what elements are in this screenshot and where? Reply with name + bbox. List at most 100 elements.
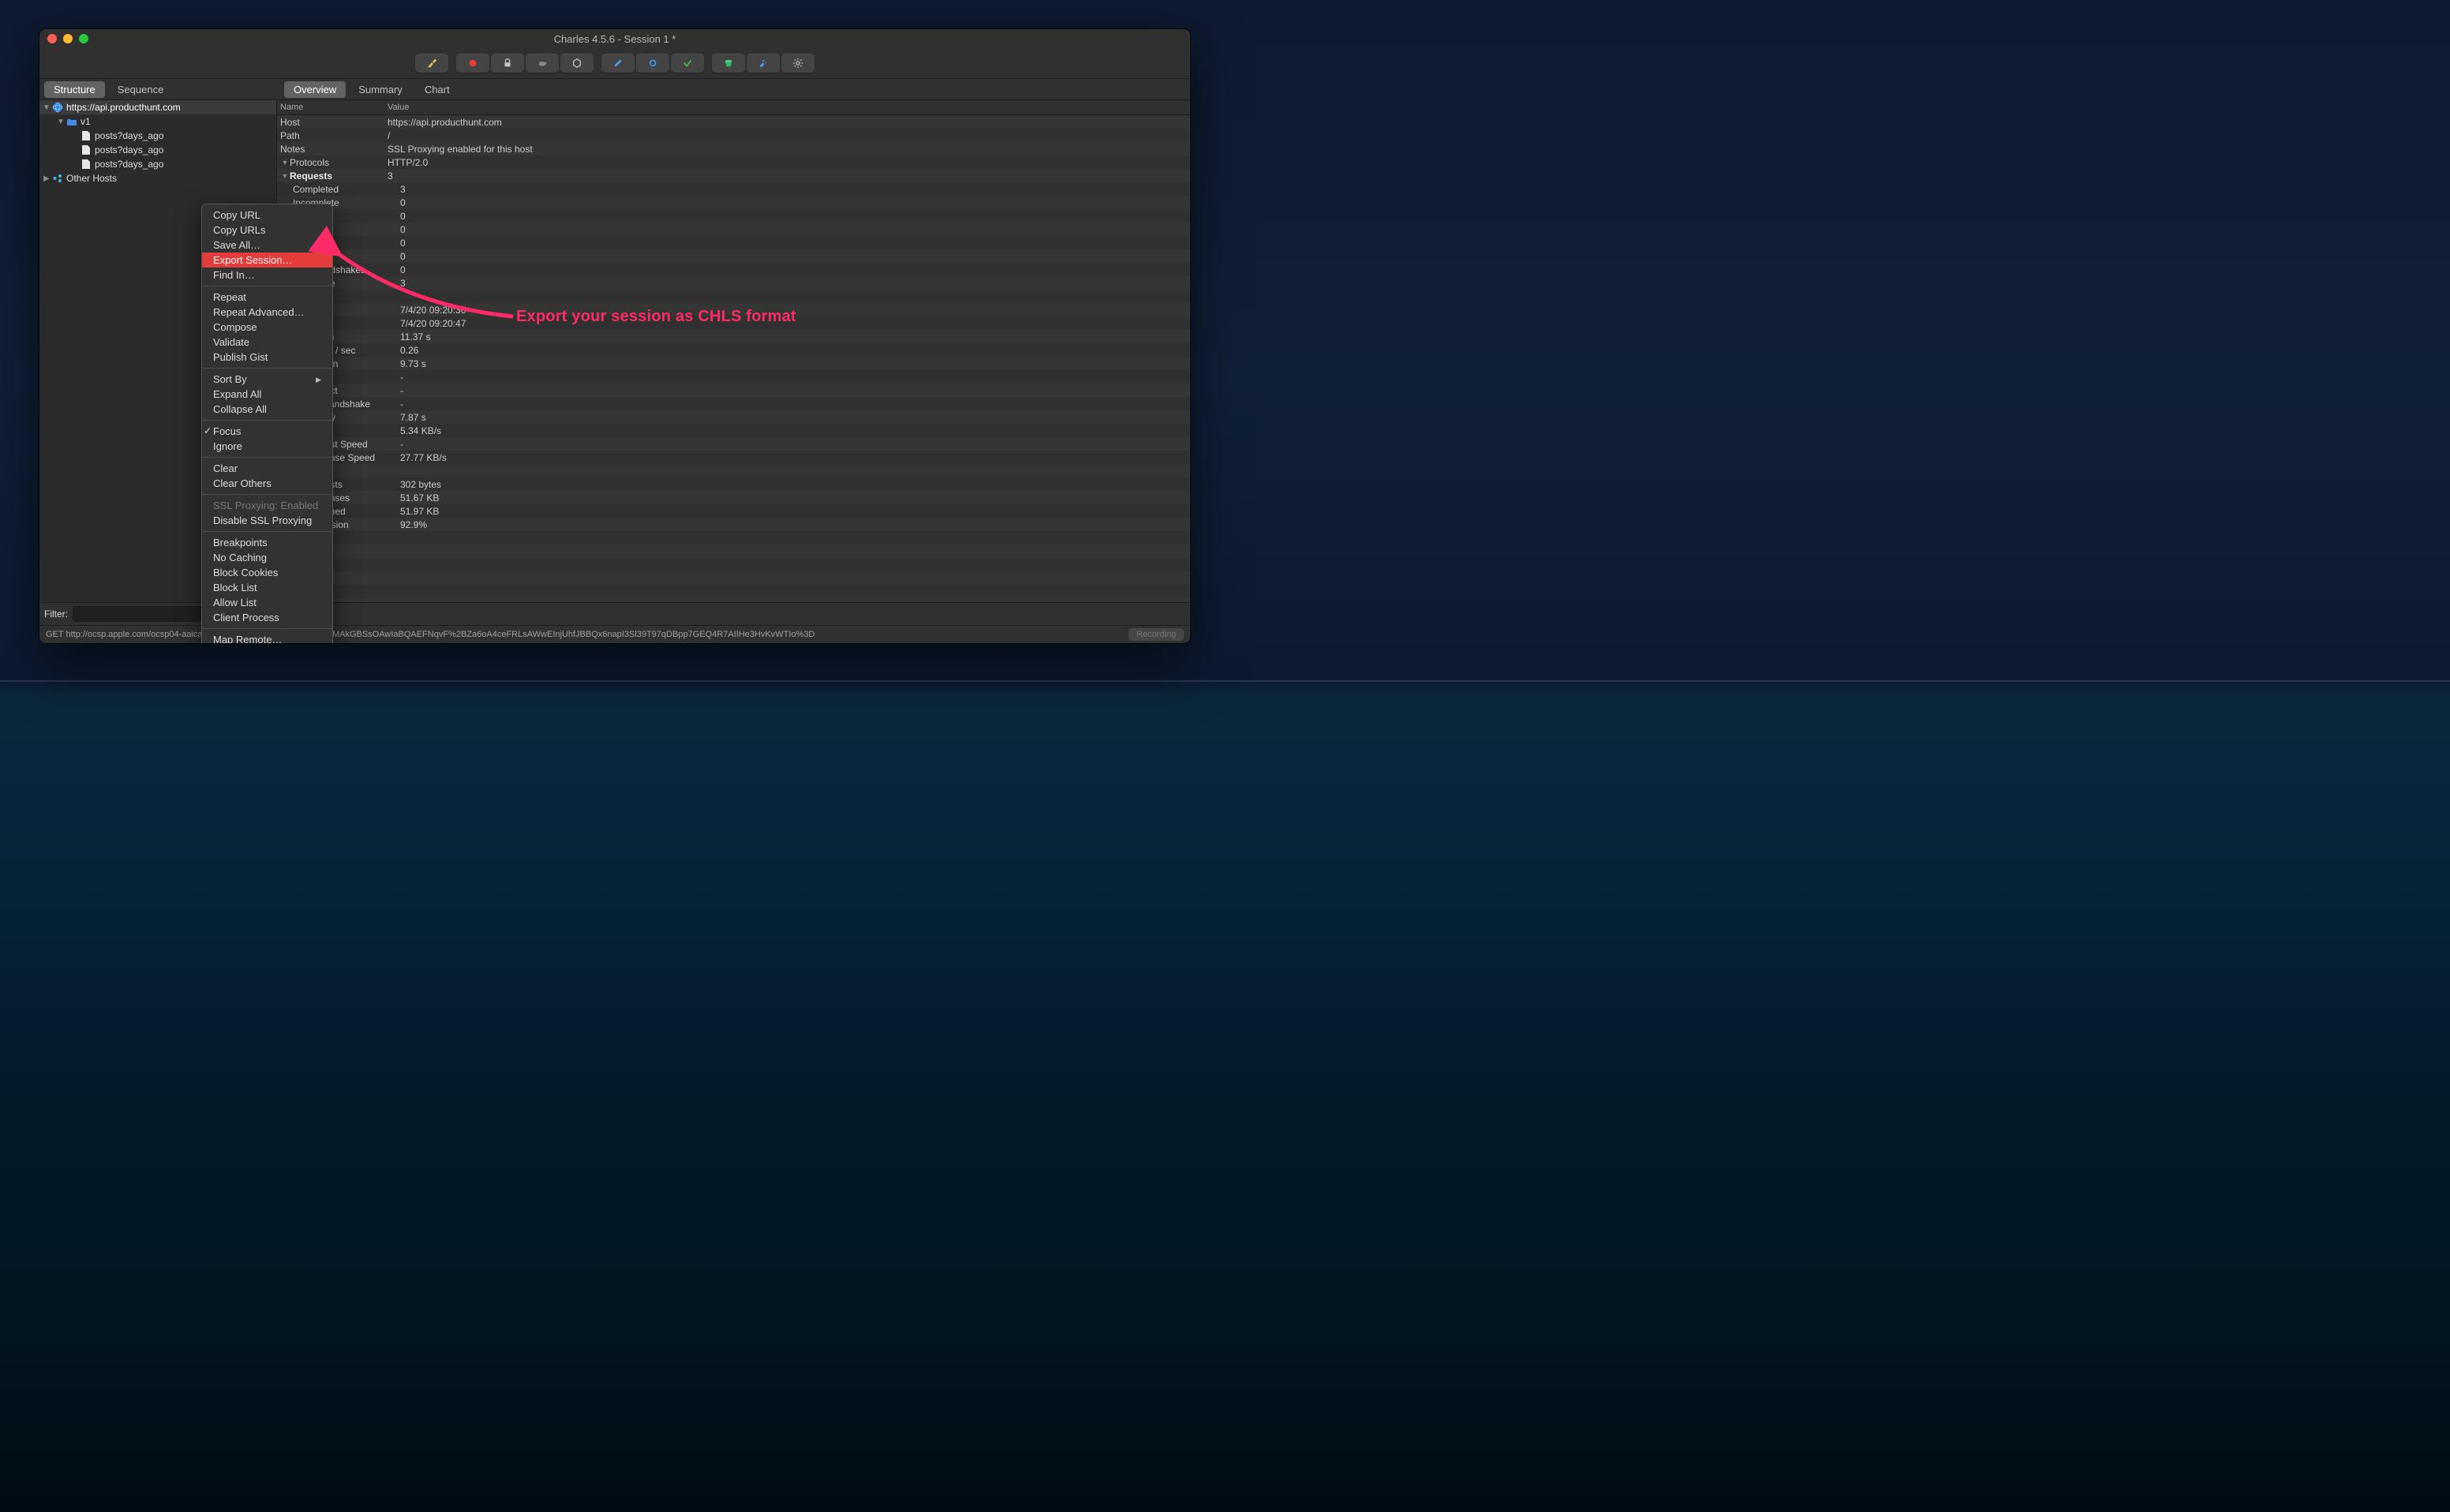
column-headers: Name Value <box>277 100 1190 115</box>
horizon-line <box>0 680 2450 682</box>
record-icon[interactable] <box>456 54 489 73</box>
ctx-repeat[interactable]: Repeat <box>202 290 332 305</box>
overview-row[interactable]: Size <box>277 464 1190 477</box>
overview-row[interactable]: ▶DNS- <box>277 370 1190 384</box>
overview-row[interactable]: Compression92.9% <box>277 518 1190 531</box>
ctx-ignore[interactable]: Ignore <box>202 439 332 454</box>
gear-icon[interactable] <box>781 54 815 73</box>
tab-row: Structure Sequence Overview Summary Char… <box>39 79 1190 100</box>
overview-value: 9.73 s <box>397 358 1190 369</box>
overview-table[interactable]: Hosthttps://api.producthunt.comPath /Note… <box>277 115 1190 602</box>
ctx-collapse-all[interactable]: Collapse All <box>202 402 332 417</box>
overview-row[interactable]: ▼Requests3 <box>277 169 1190 182</box>
overview-row[interactable]: Timespan11.37 s <box>277 330 1190 343</box>
overview-row[interactable]: ▶Requests302 bytes <box>277 477 1190 491</box>
tree-item[interactable]: posts?days_ago <box>39 129 276 143</box>
ctx-clear-others[interactable]: Clear Others <box>202 476 332 491</box>
hex-icon[interactable] <box>560 54 594 73</box>
tree-other-hosts[interactable]: ▶ Other Hosts <box>39 171 276 185</box>
chevron-down-icon[interactable]: ▼ <box>280 159 290 167</box>
overview-value: / <box>384 130 1190 141</box>
tree-item[interactable]: posts?days_ago <box>39 143 276 157</box>
titlebar: Charles 4.5.6 - Session 1 * <box>39 29 1190 48</box>
ctx-map-remote[interactable]: Map Remote… <box>202 632 332 643</box>
ctx-block-list[interactable]: Block List <box>202 580 332 595</box>
overview-key: Path <box>280 130 300 141</box>
ctx-focus[interactable]: Focus <box>202 424 332 439</box>
broom-icon[interactable] <box>415 54 448 73</box>
overview-row[interactable]: ▶Response Speed27.77 KB/s <box>277 451 1190 464</box>
overview-row[interactable]: ▶Connect- <box>277 384 1190 397</box>
overview-row[interactable]: Hosthttps://api.producthunt.com <box>277 115 1190 129</box>
overview-row[interactable]: ▶Duration9.73 s <box>277 357 1190 370</box>
overview-row[interactable]: ▶Request Speed- <box>277 437 1190 451</box>
chevron-down-icon[interactable]: ▼ <box>43 103 51 112</box>
overview-row[interactable]: Blocked0 <box>277 223 1190 236</box>
overview-row[interactable]: ▶Responses51.67 KB <box>277 491 1190 504</box>
ctx-disable-ssl[interactable]: Disable SSL Proxying <box>202 513 332 528</box>
overview-key-cell: Notes <box>277 144 384 155</box>
overview-row[interactable]: Completed3 <box>277 182 1190 196</box>
overview-value: 51.97 KB <box>397 506 1190 517</box>
tab-structure[interactable]: Structure <box>44 81 105 98</box>
overview-row[interactable]: NotesSSL Proxying enabled for this host <box>277 142 1190 155</box>
ctx-expand-all[interactable]: Expand All <box>202 387 332 402</box>
turtle-icon[interactable] <box>526 54 559 73</box>
overview-row[interactable]: Requests / sec0.26 <box>277 343 1190 357</box>
check-icon[interactable] <box>671 54 704 73</box>
tab-overview[interactable]: Overview <box>284 81 346 98</box>
tree-host[interactable]: ▼ https://api.producthunt.com <box>39 100 276 114</box>
overview-row[interactable]: ▶Latency7.87 s <box>277 410 1190 424</box>
ctx-sort-by[interactable]: Sort By <box>202 372 332 387</box>
overview-row-empty <box>277 571 1190 585</box>
content-area: ▼ https://api.producthunt.com ▼ v1 posts… <box>39 100 1190 602</box>
overview-row[interactable]: Path / <box>277 129 1190 142</box>
bucket-icon[interactable] <box>712 54 745 73</box>
ctx-separator <box>202 457 332 458</box>
lock-icon[interactable] <box>491 54 524 73</box>
tab-chart[interactable]: Chart <box>415 81 459 98</box>
overview-value: HTTP/2.0 <box>384 157 1190 168</box>
file-icon <box>81 144 92 155</box>
overview-row-empty <box>277 598 1190 602</box>
annotation-arrow <box>332 247 521 326</box>
overview-row[interactable]: ▶TLS Handshake- <box>277 397 1190 410</box>
tree-item[interactable]: posts?days_ago <box>39 157 276 171</box>
tree-folder[interactable]: ▼ v1 <box>39 114 276 129</box>
ctx-find-in[interactable]: Find In… <box>202 268 332 283</box>
tab-sequence[interactable]: Sequence <box>108 81 174 98</box>
ctx-validate[interactable]: Validate <box>202 335 332 350</box>
window-title: Charles 4.5.6 - Session 1 * <box>39 33 1190 45</box>
ctx-allow-list[interactable]: Allow List <box>202 595 332 610</box>
overview-row[interactable]: ▼ProtocolsHTTP/2.0 <box>277 155 1190 169</box>
ctx-repeat-advanced[interactable]: Repeat Advanced… <box>202 305 332 320</box>
col-value[interactable]: Value <box>384 100 1190 114</box>
ctx-separator <box>202 628 332 629</box>
ctx-copy-url[interactable]: Copy URL <box>202 208 332 223</box>
ctx-export-session[interactable]: Export Session… <box>202 253 332 268</box>
ctx-breakpoints[interactable]: Breakpoints <box>202 535 332 550</box>
ctx-no-caching[interactable]: No Caching <box>202 550 332 565</box>
chevron-right-icon[interactable]: ▶ <box>43 174 51 183</box>
ctx-compose[interactable]: Compose <box>202 320 332 335</box>
overview-row[interactable]: ▶Combined51.97 KB <box>277 504 1190 518</box>
tab-summary[interactable]: Summary <box>349 81 412 98</box>
overview-row[interactable]: Failed0 <box>277 209 1190 223</box>
refresh-icon[interactable] <box>636 54 669 73</box>
ctx-clear[interactable]: Clear <box>202 461 332 476</box>
ctx-copy-urls[interactable]: Copy URLs <box>202 223 332 238</box>
ctx-client-process[interactable]: Client Process <box>202 610 332 625</box>
ctx-publish-gist[interactable]: Publish Gist <box>202 350 332 365</box>
overview-row[interactable]: Incomplete0 <box>277 196 1190 209</box>
chevron-down-icon[interactable]: ▼ <box>280 172 290 180</box>
ctx-save-all[interactable]: Save All… <box>202 238 332 253</box>
ctx-block-cookies[interactable]: Block Cookies <box>202 565 332 580</box>
col-name[interactable]: Name <box>277 100 384 114</box>
pencil-icon[interactable] <box>601 54 635 73</box>
file-icon <box>81 159 92 170</box>
chevron-down-icon[interactable]: ▼ <box>57 118 65 126</box>
overview-value: SSL Proxying enabled for this host <box>384 144 1190 155</box>
overview-row[interactable]: ▶Speed5.34 KB/s <box>277 424 1190 437</box>
wrench-icon[interactable] <box>747 54 780 73</box>
overview-value: - <box>397 372 1190 383</box>
